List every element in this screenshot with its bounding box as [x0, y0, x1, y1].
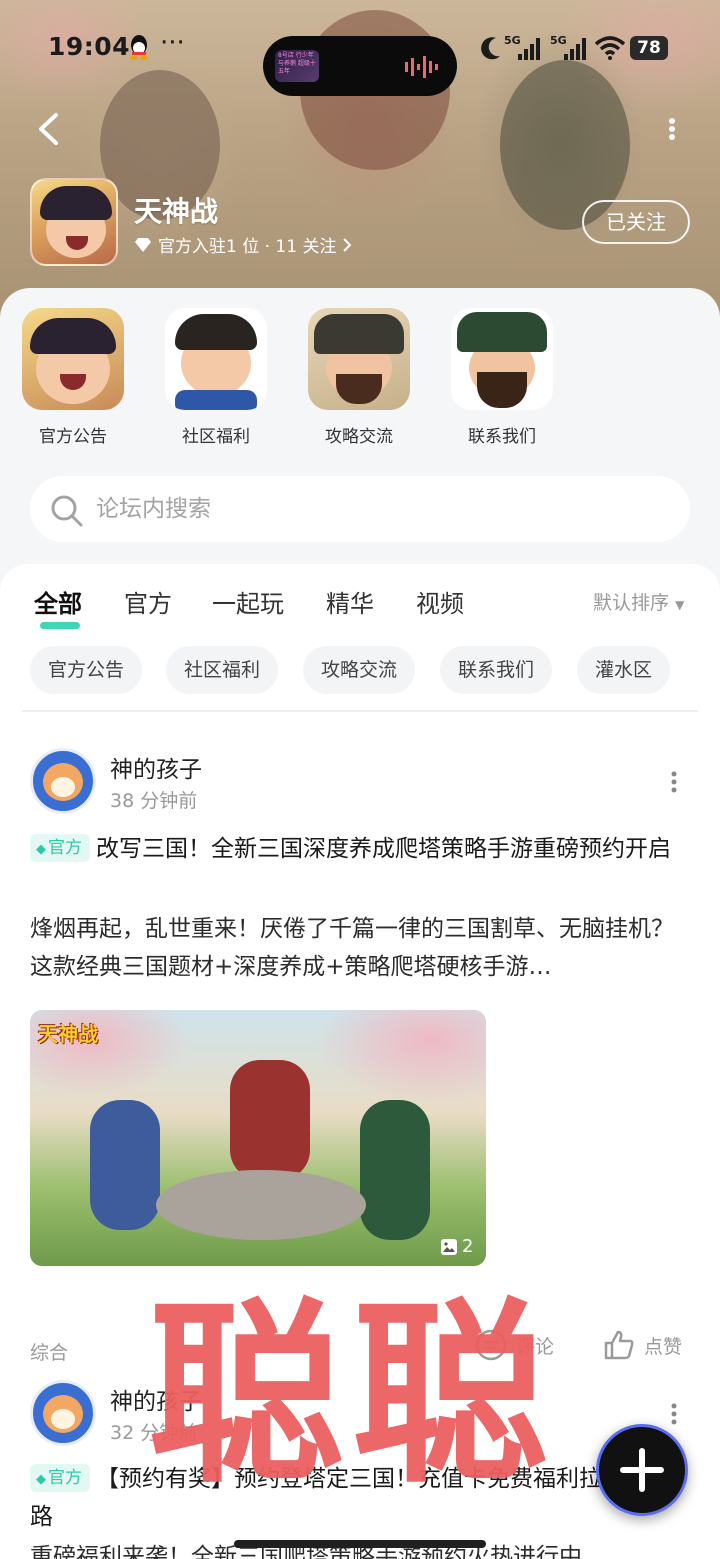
signal-5g-icon: 5G: [504, 34, 540, 60]
home-indicator[interactable]: [234, 1540, 486, 1548]
post-title[interactable]: ◆ 官方 改写三国！全新三国深度养成爬塔策略手游重磅预约开启: [30, 830, 690, 868]
audio-wave-icon: [405, 56, 438, 78]
post-more-icon[interactable]: [670, 1402, 678, 1426]
feed-tabs: 全部 官方 一起玩 精华 视频 默认排序 ▼: [0, 584, 720, 634]
diamond-icon: ◆: [36, 1472, 46, 1487]
forum-avatar[interactable]: [30, 178, 118, 266]
svg-text:5G: 5G: [504, 34, 521, 47]
chip-chat[interactable]: 灌水区: [577, 646, 671, 694]
signal-5g-icon: 5G: [550, 34, 586, 60]
image-count-badge: 2: [440, 1236, 473, 1257]
chip-welfare[interactable]: 社区福利: [166, 646, 279, 694]
post-image[interactable]: 天神战 2: [30, 1010, 486, 1266]
official-badge: ◆ 官方: [30, 1464, 90, 1492]
forum-meta[interactable]: 官方入驻1 位 · 11 关注: [134, 232, 352, 257]
more-vertical-icon[interactable]: [664, 116, 680, 142]
moon-icon: [481, 37, 500, 60]
quick-link-guides[interactable]: 攻略交流: [299, 308, 419, 447]
game-logo: 天神战: [38, 1022, 98, 1046]
search-icon: [51, 495, 83, 527]
battery-indicator: 78: [630, 36, 668, 60]
create-post-button[interactable]: [596, 1424, 688, 1516]
quick-link-welfare[interactable]: 社区福利: [156, 308, 276, 447]
thumbs-up-icon: [604, 1330, 634, 1360]
chip-guides[interactable]: 攻略交流: [303, 646, 416, 694]
image-icon: [441, 1238, 457, 1255]
chip-announcement[interactable]: 官方公告: [30, 646, 143, 694]
active-tab-underline: [40, 622, 80, 629]
status-icons: 5G 5G 78: [478, 34, 678, 64]
status-bar: 19:04 ··· 8号店 行少年与养鹅 超级十五年 5G 5G 78: [0, 20, 720, 96]
dynamic-island[interactable]: 8号店 行少年与养鹅 超级十五年: [263, 36, 457, 96]
watermark-text: 聪聪: [148, 1282, 557, 1510]
diamond-icon: ◆: [36, 842, 46, 857]
guides-character-icon: [308, 308, 410, 410]
category-chips: 官方公告 社区福利 攻略交流 联系我们 灌水区: [0, 646, 720, 694]
diamond-icon: [135, 237, 151, 252]
tab-all[interactable]: 全部: [34, 584, 82, 619]
qq-icon: [130, 35, 148, 60]
forum-title: 天神战: [134, 195, 219, 228]
official-badge: ◆ 官方: [30, 834, 90, 862]
author-avatar[interactable]: [30, 1380, 96, 1446]
like-button[interactable]: 点赞: [602, 1328, 682, 1362]
chip-contact[interactable]: 联系我们: [440, 646, 553, 694]
quick-link-contact[interactable]: 联系我们: [442, 308, 562, 447]
post-time: 38 分钟前: [110, 790, 198, 812]
media-thumbnail: 8号店 行少年与养鹅 超级十五年: [275, 50, 319, 82]
sort-dropdown[interactable]: 默认排序 ▼: [593, 588, 684, 615]
quick-links: 官方公告 社区福利 攻略交流 联系我们: [0, 308, 720, 458]
post-more-icon[interactable]: [670, 770, 678, 794]
tab-official[interactable]: 官方: [124, 584, 172, 619]
status-time: 19:04: [48, 32, 131, 61]
followed-button[interactable]: 已关注: [582, 200, 690, 244]
announcement-character-icon: [22, 308, 124, 410]
wifi-icon: [594, 36, 626, 60]
svg-text:5G: 5G: [550, 34, 567, 47]
tab-featured[interactable]: 精华: [326, 584, 374, 619]
back-arrow-icon[interactable]: [34, 112, 64, 146]
author-name[interactable]: 神的孩子: [110, 750, 202, 784]
post-body[interactable]: 烽烟再起，乱世重来！厌倦了千篇一律的三国割草、无脑挂机？这款经典三国题材+深度养…: [30, 910, 690, 986]
chevron-right-icon: [343, 237, 352, 252]
search-bar[interactable]: [30, 476, 690, 542]
forum-header-banner: 19:04 ··· 8号店 行少年与养鹅 超级十五年 5G 5G 78 天神战 …: [0, 0, 720, 320]
tab-play-together[interactable]: 一起玩: [212, 584, 284, 619]
more-notifications-icon: ···: [160, 28, 185, 58]
search-input[interactable]: [96, 490, 656, 528]
author-avatar[interactable]: [30, 748, 96, 814]
post-category[interactable]: 综合: [30, 1338, 68, 1365]
plus-icon: [620, 1448, 664, 1492]
tab-video[interactable]: 视频: [416, 584, 464, 619]
forum-meta-text: 官方入驻1 位 · 11 关注: [158, 237, 337, 257]
divider: [22, 710, 698, 712]
contact-character-icon: [451, 308, 553, 410]
caret-down-icon: ▼: [675, 598, 685, 612]
quick-link-announcement[interactable]: 官方公告: [13, 308, 133, 447]
welfare-character-icon: [165, 308, 267, 410]
